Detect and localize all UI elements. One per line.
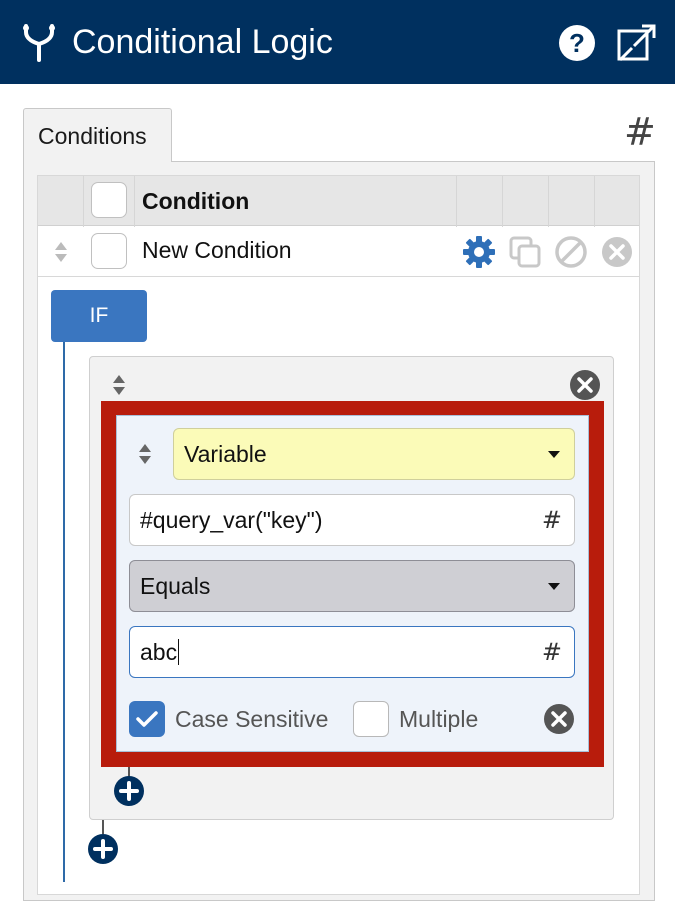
value-text: abc xyxy=(140,639,178,665)
hash-button[interactable]: # xyxy=(624,112,656,152)
case-sensitive-label: Case Sensitive xyxy=(175,706,329,732)
table-row[interactable]: New Condition xyxy=(38,227,639,277)
duplicate-icon[interactable] xyxy=(508,235,542,269)
case-sensitive-checkbox[interactable] xyxy=(129,701,165,737)
multiple-label: Multiple xyxy=(399,706,479,732)
tab-label: Conditions xyxy=(38,123,147,149)
expression-hash-button[interactable]: # xyxy=(542,495,562,545)
drag-handle-icon[interactable] xyxy=(54,241,68,263)
source-select[interactable]: Variable xyxy=(173,428,575,480)
value-hash-button[interactable]: # xyxy=(542,627,562,677)
group-drag-handle-icon[interactable] xyxy=(112,374,126,396)
chevron-down-icon xyxy=(548,583,560,590)
tab-conditions[interactable]: Conditions xyxy=(23,108,172,162)
condition-name[interactable]: New Condition xyxy=(142,237,292,264)
window-title: Conditional Logic xyxy=(72,23,333,61)
remove-group-icon[interactable] xyxy=(569,369,601,401)
remove-rule-icon[interactable] xyxy=(543,703,575,735)
multiple-checkbox[interactable] xyxy=(353,701,389,737)
fork-icon xyxy=(23,24,55,62)
if-block-label[interactable]: IF xyxy=(51,290,147,342)
select-all-checkbox[interactable] xyxy=(91,182,127,218)
title-bar: Conditional Logic ? xyxy=(0,0,675,84)
rule-drag-handle-icon[interactable] xyxy=(138,443,152,465)
value-input[interactable]: abc # xyxy=(129,626,575,678)
group-connector-line xyxy=(102,820,104,834)
settings-icon[interactable] xyxy=(462,235,496,269)
text-cursor xyxy=(178,639,180,665)
if-connector-line xyxy=(63,342,65,882)
checkmark-icon xyxy=(136,711,158,727)
help-icon[interactable]: ? xyxy=(558,24,596,62)
svg-text:?: ? xyxy=(569,28,585,58)
operator-select-value: Equals xyxy=(140,573,211,599)
delete-icon[interactable] xyxy=(600,235,634,269)
expression-input[interactable]: #query_var("key") # xyxy=(129,494,575,546)
chevron-down-icon xyxy=(548,451,560,458)
expand-icon[interactable] xyxy=(616,22,658,64)
expression-value: #query_var("key") xyxy=(140,507,323,533)
operator-select[interactable]: Equals xyxy=(129,560,575,612)
column-header-condition: Condition xyxy=(142,188,250,214)
add-group-icon[interactable] xyxy=(87,833,119,865)
disable-icon[interactable] xyxy=(554,235,588,269)
add-rule-icon[interactable] xyxy=(113,775,145,807)
source-select-value: Variable xyxy=(184,441,267,467)
row-checkbox[interactable] xyxy=(91,233,127,269)
